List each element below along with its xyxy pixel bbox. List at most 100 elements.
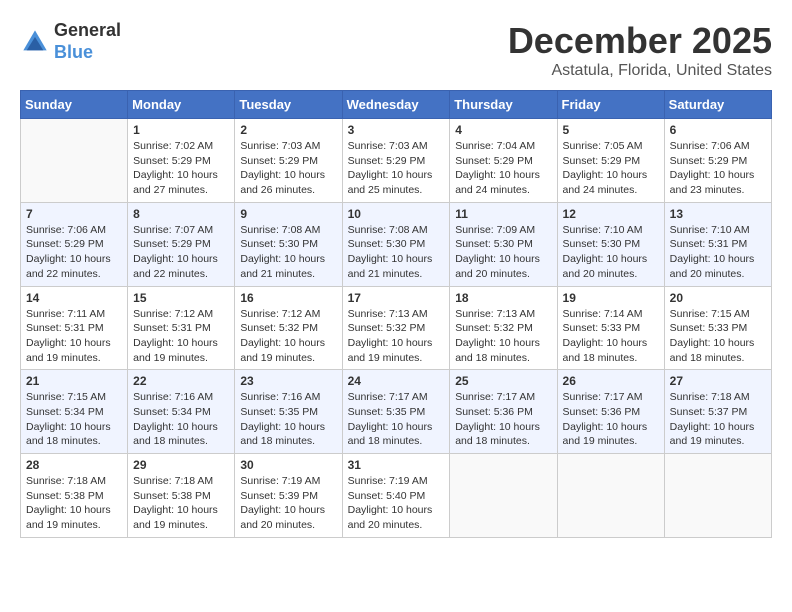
calendar-cell: 31Sunrise: 7:19 AMSunset: 5:40 PMDayligh… <box>342 454 450 538</box>
calendar-week-row: 1Sunrise: 7:02 AMSunset: 5:29 PMDaylight… <box>21 119 772 203</box>
sunrise-text: Sunrise: 7:06 AM <box>26 223 122 238</box>
calendar-cell: 24Sunrise: 7:17 AMSunset: 5:35 PMDayligh… <box>342 370 450 454</box>
sunrise-text: Sunrise: 7:03 AM <box>348 139 445 154</box>
sunrise-text: Sunrise: 7:08 AM <box>240 223 336 238</box>
col-header-friday: Friday <box>557 91 664 119</box>
calendar-header-row: SundayMondayTuesdayWednesdayThursdayFrid… <box>21 91 772 119</box>
sunrise-text: Sunrise: 7:17 AM <box>563 390 659 405</box>
cell-content: Sunrise: 7:12 AMSunset: 5:31 PMDaylight:… <box>133 307 229 366</box>
sunset-text: Sunset: 5:29 PM <box>455 154 551 169</box>
sunrise-text: Sunrise: 7:19 AM <box>240 474 336 489</box>
calendar-cell: 10Sunrise: 7:08 AMSunset: 5:30 PMDayligh… <box>342 202 450 286</box>
calendar-cell <box>450 454 557 538</box>
calendar-cell: 16Sunrise: 7:12 AMSunset: 5:32 PMDayligh… <box>235 286 342 370</box>
daylight-text: Daylight: 10 hours and 24 minutes. <box>455 168 551 197</box>
sunset-text: Sunset: 5:31 PM <box>26 321 122 336</box>
day-number: 16 <box>240 291 336 305</box>
cell-content: Sunrise: 7:19 AMSunset: 5:39 PMDaylight:… <box>240 474 336 533</box>
day-number: 20 <box>670 291 766 305</box>
cell-content: Sunrise: 7:08 AMSunset: 5:30 PMDaylight:… <box>348 223 445 282</box>
sunset-text: Sunset: 5:36 PM <box>455 405 551 420</box>
calendar-week-row: 7Sunrise: 7:06 AMSunset: 5:29 PMDaylight… <box>21 202 772 286</box>
sunset-text: Sunset: 5:31 PM <box>133 321 229 336</box>
daylight-text: Daylight: 10 hours and 20 minutes. <box>348 503 445 532</box>
calendar-cell: 8Sunrise: 7:07 AMSunset: 5:29 PMDaylight… <box>128 202 235 286</box>
cell-content: Sunrise: 7:17 AMSunset: 5:35 PMDaylight:… <box>348 390 445 449</box>
cell-content: Sunrise: 7:05 AMSunset: 5:29 PMDaylight:… <box>563 139 659 198</box>
day-number: 26 <box>563 374 659 388</box>
sunset-text: Sunset: 5:32 PM <box>455 321 551 336</box>
day-number: 15 <box>133 291 229 305</box>
calendar-cell: 13Sunrise: 7:10 AMSunset: 5:31 PMDayligh… <box>664 202 771 286</box>
day-number: 25 <box>455 374 551 388</box>
col-header-thursday: Thursday <box>450 91 557 119</box>
calendar-cell: 15 Sunrise: 7:12 AMSunset: 5:31 PMDayligh… <box>128 286 235 370</box>
logo: General Blue <box>20 20 121 63</box>
day-number: 4 <box>455 123 551 137</box>
calendar-cell: 21Sunrise: 7:15 AMSunset: 5:34 PMDayligh… <box>21 370 128 454</box>
calendar-cell: 1Sunrise: 7:02 AMSunset: 5:29 PMDaylight… <box>128 119 235 203</box>
daylight-text: Daylight: 10 hours and 18 minutes. <box>26 420 122 449</box>
calendar-week-row: 28Sunrise: 7:18 AMSunset: 5:38 PMDayligh… <box>21 454 772 538</box>
day-number: 11 <box>455 207 551 221</box>
col-header-tuesday: Tuesday <box>235 91 342 119</box>
cell-content: Sunrise: 7:08 AMSunset: 5:30 PMDaylight:… <box>240 223 336 282</box>
calendar-cell: 30Sunrise: 7:19 AMSunset: 5:39 PMDayligh… <box>235 454 342 538</box>
col-header-saturday: Saturday <box>664 91 771 119</box>
sunset-text: Sunset: 5:39 PM <box>240 489 336 504</box>
sunset-text: Sunset: 5:30 PM <box>455 237 551 252</box>
cell-content: Sunrise: 7:16 AMSunset: 5:34 PMDaylight:… <box>133 390 229 449</box>
cell-content: Sunrise: 7:15 AMSunset: 5:34 PMDaylight:… <box>26 390 122 449</box>
cell-content: Sunrise: 7:10 AMSunset: 5:30 PMDaylight:… <box>563 223 659 282</box>
day-number: 18 <box>455 291 551 305</box>
sunrise-text: Sunrise: 7:04 AM <box>455 139 551 154</box>
sunset-text: Sunset: 5:32 PM <box>348 321 445 336</box>
sunset-text: Sunset: 5:38 PM <box>26 489 122 504</box>
col-header-sunday: Sunday <box>21 91 128 119</box>
day-number: 6 <box>670 123 766 137</box>
daylight-text: Daylight: 10 hours and 20 minutes. <box>563 252 659 281</box>
sunset-text: Sunset: 5:29 PM <box>133 154 229 169</box>
logo-general: General <box>54 20 121 42</box>
daylight-text: Daylight: 10 hours and 19 minutes. <box>670 420 766 449</box>
sunrise-text: Sunrise: 7:13 AM <box>348 307 445 322</box>
calendar-cell: 2Sunrise: 7:03 AMSunset: 5:29 PMDaylight… <box>235 119 342 203</box>
day-number: 5 <box>563 123 659 137</box>
sunset-text: Sunset: 5:35 PM <box>240 405 336 420</box>
page-header: General Blue December 2025 Astatula, Flo… <box>20 20 772 80</box>
cell-content: Sunrise: 7:15 AMSunset: 5:33 PMDaylight:… <box>670 307 766 366</box>
calendar-cell: 7Sunrise: 7:06 AMSunset: 5:29 PMDaylight… <box>21 202 128 286</box>
daylight-text: Daylight: 10 hours and 19 minutes. <box>348 336 445 365</box>
daylight-text: Daylight: 10 hours and 18 minutes. <box>455 336 551 365</box>
day-number: 31 <box>348 458 445 472</box>
cell-content: Sunrise: 7:10 AMSunset: 5:31 PMDaylight:… <box>670 223 766 282</box>
location: Astatula, Florida, United States <box>508 62 772 80</box>
day-number: 14 <box>26 291 122 305</box>
daylight-text: Daylight: 10 hours and 25 minutes. <box>348 168 445 197</box>
calendar-cell: 22Sunrise: 7:16 AMSunset: 5:34 PMDayligh… <box>128 370 235 454</box>
day-number: 2 <box>240 123 336 137</box>
sunrise-text: Sunrise: 7:10 AM <box>563 223 659 238</box>
sunset-text: Sunset: 5:36 PM <box>563 405 659 420</box>
daylight-text: Daylight: 10 hours and 24 minutes. <box>563 168 659 197</box>
sunset-text: Sunset: 5:40 PM <box>348 489 445 504</box>
logo-text: General Blue <box>54 20 121 63</box>
sunrise-text: Sunrise: 7:09 AM <box>455 223 551 238</box>
calendar-cell: 20 Sunrise: 7:15 AMSunset: 5:33 PMDayligh… <box>664 286 771 370</box>
day-number: 9 <box>240 207 336 221</box>
sunset-text: Sunset: 5:33 PM <box>563 321 659 336</box>
daylight-text: Daylight: 10 hours and 19 minutes. <box>563 420 659 449</box>
daylight-text: Daylight: 10 hours and 19 minutes. <box>26 336 122 365</box>
calendar-cell: 26 Sunrise: 7:17 AMSunset: 5:36 PMDayligh… <box>557 370 664 454</box>
sunset-text: Sunset: 5:35 PM <box>348 405 445 420</box>
sunset-text: Sunset: 5:29 PM <box>26 237 122 252</box>
day-number: 8 <box>133 207 229 221</box>
daylight-text: Daylight: 10 hours and 18 minutes. <box>563 336 659 365</box>
sunset-text: Sunset: 5:30 PM <box>240 237 336 252</box>
sunrise-text: Sunrise: 7:16 AM <box>133 390 229 405</box>
sunset-text: Sunset: 5:31 PM <box>670 237 766 252</box>
col-header-wednesday: Wednesday <box>342 91 450 119</box>
cell-content: Sunrise: 7:17 AMSunset: 5:36 PMDaylight:… <box>563 390 659 449</box>
calendar-cell <box>664 454 771 538</box>
day-number: 27 <box>670 374 766 388</box>
